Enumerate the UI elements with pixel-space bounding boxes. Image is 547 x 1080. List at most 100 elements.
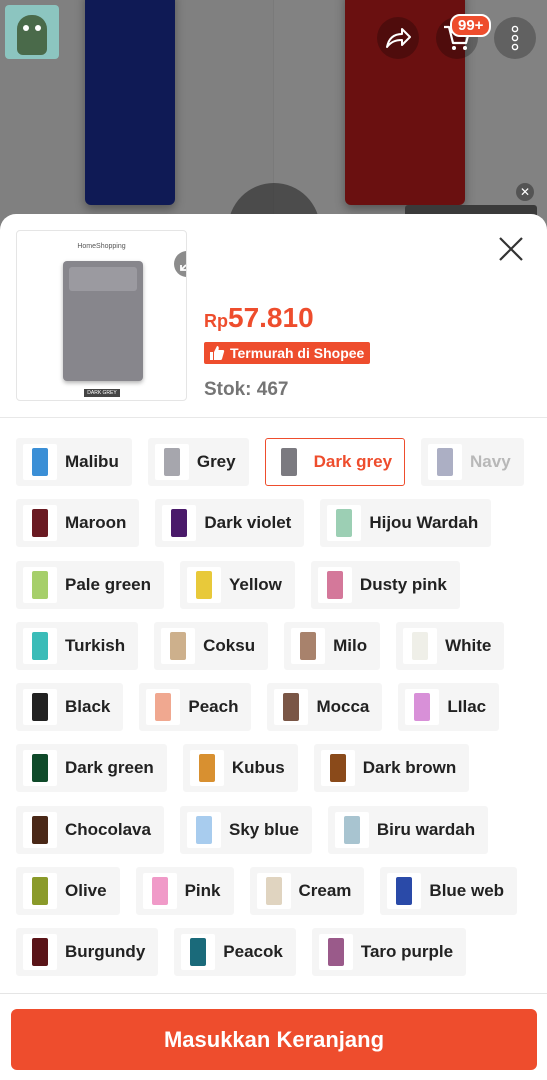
- variant-swatch-image: [387, 873, 422, 910]
- variant-option[interactable]: Burgundy: [16, 928, 159, 977]
- variant-label: Milo: [333, 635, 368, 655]
- variant-swatch-image: [23, 934, 57, 971]
- variant-swatch-image: [256, 873, 291, 910]
- price-amount: 57.810: [228, 302, 314, 333]
- variant-label: Biru wardah: [376, 819, 476, 839]
- expand-image-button[interactable]: [174, 251, 186, 277]
- variant-row: Dark green Kubus Dark brown: [16, 744, 536, 793]
- variant-label: White: [445, 635, 492, 655]
- variant-swatch-image: [189, 750, 224, 787]
- variant-swatch-image: [428, 444, 463, 480]
- variant-option[interactable]: Dark grey: [264, 438, 406, 486]
- variant-option[interactable]: Turkish: [16, 621, 139, 670]
- variant-option[interactable]: Olive: [16, 867, 120, 916]
- variant-option[interactable]: Grey: [147, 438, 249, 486]
- divider: [0, 417, 547, 418]
- variant-option[interactable]: Coksu: [154, 621, 269, 670]
- variant-option[interactable]: Peacok: [174, 928, 296, 977]
- variant-option[interactable]: Kubus: [182, 744, 298, 793]
- product-thumbnail[interactable]: HomeShopping DARK GREY: [16, 230, 187, 401]
- variant-swatch-image: [154, 444, 189, 480]
- variant-label: Sky blue: [228, 819, 299, 839]
- variant-option: Navy: [421, 438, 524, 486]
- variant-row: Pale green Yellow Dusty pink: [16, 560, 536, 609]
- variant-selection-sheet: HomeShopping DARK GREY Rp57.810 Termurah…: [0, 214, 547, 1080]
- variant-label: Dark grey: [313, 452, 393, 471]
- variant-option[interactable]: Dark violet: [155, 499, 305, 548]
- variant-label: Pale green: [65, 574, 151, 594]
- mini-close-icon[interactable]: ✕: [516, 183, 534, 201]
- variant-swatch-image: [334, 811, 369, 848]
- variant-option[interactable]: Milo: [284, 621, 381, 670]
- more-options-button[interactable]: [494, 17, 536, 59]
- variant-swatch-image: [23, 750, 57, 787]
- variant-label: Grey: [196, 452, 236, 471]
- variant-option[interactable]: Hijou Wardah: [320, 499, 492, 548]
- product-image-brand: HomeShopping: [77, 243, 126, 250]
- variant-row: Maroon Dark violet Hijou Wardah: [16, 499, 536, 548]
- variant-option[interactable]: Chocolava: [16, 805, 164, 854]
- variant-swatch-image: [274, 689, 309, 726]
- variant-label: Chocolava: [65, 819, 151, 839]
- price-currency: Rp: [204, 311, 228, 331]
- avatar[interactable]: [5, 5, 59, 59]
- variant-swatch-image: [23, 689, 57, 726]
- variant-label: Cream: [298, 881, 352, 901]
- variant-label: Peacok: [223, 942, 283, 962]
- variant-swatch-image: [318, 934, 353, 971]
- variant-row: Malibu Grey Dark grey Navy: [16, 438, 536, 486]
- variant-swatch-image: [162, 505, 197, 542]
- variant-option[interactable]: Dark green: [16, 744, 167, 793]
- variant-option[interactable]: Black: [16, 683, 124, 732]
- variant-option[interactable]: Sky blue: [179, 805, 312, 854]
- product-image-tag: DARK GREY: [84, 389, 120, 397]
- variant-swatch-image: [403, 627, 438, 664]
- variant-label: Navy: [470, 452, 511, 471]
- variant-option[interactable]: Cream: [249, 867, 365, 916]
- variant-option[interactable]: Blue web: [380, 867, 518, 916]
- variant-label: Blue web: [429, 881, 505, 901]
- variant-option[interactable]: Biru wardah: [327, 805, 489, 854]
- close-icon: [499, 237, 523, 261]
- variant-option[interactable]: Mocca: [267, 683, 383, 732]
- variant-label: Dusty pink: [359, 574, 447, 594]
- variant-label: Dark green: [65, 758, 154, 778]
- variant-row: Chocolava Sky blue Biru wardah: [16, 805, 536, 854]
- variant-label: Peach: [188, 697, 239, 717]
- variant-label: Malibu: [65, 452, 119, 471]
- expand-icon: [180, 264, 186, 271]
- variant-label: Yellow: [229, 574, 282, 594]
- variant-option[interactable]: Dark brown: [313, 744, 470, 793]
- variant-swatch-image: [23, 444, 57, 480]
- variant-label: Maroon: [65, 513, 127, 533]
- variant-option[interactable]: Yellow: [180, 560, 295, 609]
- variant-option[interactable]: Malibu: [16, 438, 132, 486]
- variant-option[interactable]: LIlac: [398, 683, 500, 732]
- variant-option[interactable]: Pale green: [16, 560, 164, 609]
- close-button[interactable]: [496, 234, 526, 264]
- variant-option[interactable]: Dusty pink: [310, 560, 460, 609]
- variant-label: LIlac: [447, 697, 487, 717]
- variant-swatch-image: [405, 689, 440, 726]
- variant-label: Kubus: [231, 758, 285, 778]
- variant-option[interactable]: White: [396, 621, 505, 670]
- variant-label: Dark brown: [362, 758, 457, 778]
- variant-option[interactable]: Pink: [135, 867, 234, 916]
- add-to-cart-button[interactable]: Masukkan Keranjang: [11, 1009, 537, 1070]
- variant-row: Burgundy Peacok Taro purple: [16, 928, 536, 977]
- variant-row: Black Peach Mocca LIlac: [16, 683, 536, 732]
- variant-swatch-image: [187, 566, 221, 603]
- variant-label: Hijou Wardah: [369, 513, 479, 533]
- variant-swatch-image: [161, 627, 196, 664]
- variant-label: Pink: [184, 881, 221, 901]
- variant-swatch-image: [142, 873, 177, 910]
- variant-option[interactable]: Maroon: [16, 499, 140, 548]
- share-icon: [386, 28, 411, 48]
- variant-option[interactable]: Peach: [139, 683, 252, 732]
- variant-option[interactable]: Taro purple: [311, 928, 467, 977]
- share-button[interactable]: [377, 17, 419, 59]
- variant-row: Turkish Coksu Milo White: [16, 621, 536, 670]
- variant-label: Taro purple: [360, 942, 454, 962]
- variant-label: Mocca: [316, 697, 370, 717]
- variant-swatch-image: [23, 811, 57, 848]
